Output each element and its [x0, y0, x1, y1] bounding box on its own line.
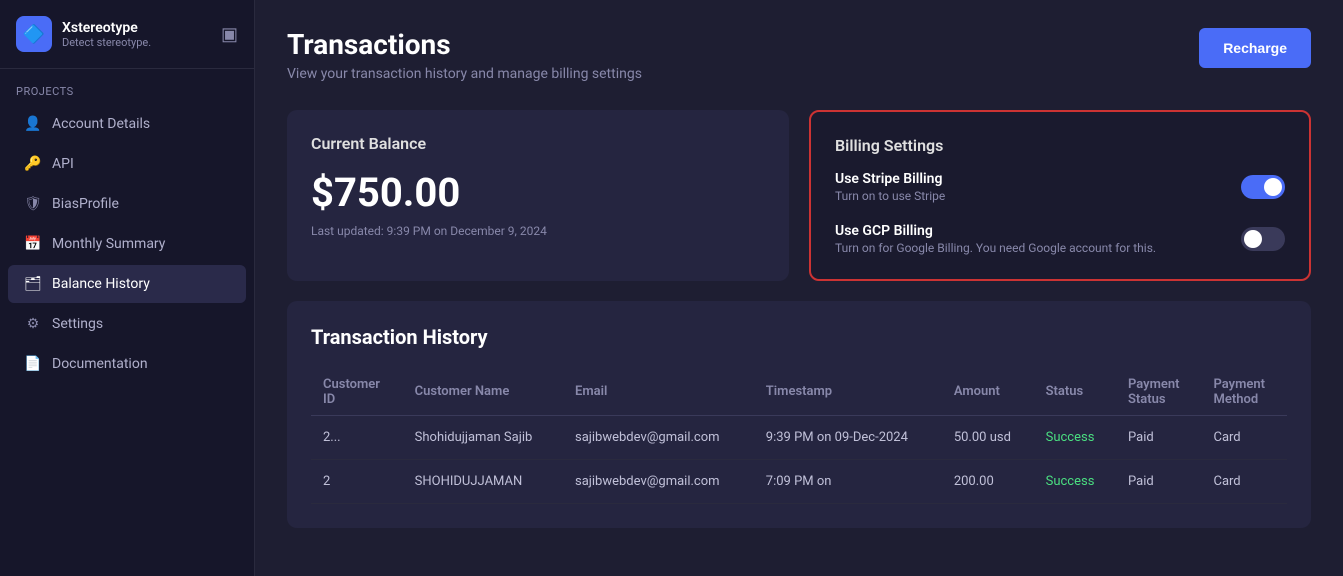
cell-email: sajibwebdev@gmail.com [563, 459, 754, 503]
gcp-billing-desc: Turn on for Google Billing. You need Goo… [835, 241, 1156, 255]
cell-customer-name: Shohidujjaman Sajib [403, 415, 563, 459]
col-payment-status: PaymentStatus [1116, 369, 1201, 416]
app-name: Xstereotype [62, 20, 151, 36]
gear-icon: ⚙ [24, 315, 42, 333]
cell-payment-status: Paid [1116, 415, 1201, 459]
stripe-billing-row: Use Stripe Billing Turn on to use Stripe [835, 171, 1285, 203]
stripe-billing-desc: Turn on to use Stripe [835, 189, 945, 203]
cell-amount: 50.00 usd [942, 415, 1034, 459]
cell-status: Success [1034, 459, 1116, 503]
sidebar: 🔷 Xstereotype Detect stereotype. ▣ Proje… [0, 0, 255, 576]
stripe-toggle-knob [1264, 178, 1282, 196]
app-tagline: Detect stereotype. [62, 36, 151, 49]
key-icon: 🔑 [24, 155, 42, 173]
cell-email: sajibwebdev@gmail.com [563, 415, 754, 459]
cell-timestamp: 9:39 PM on 09-Dec-2024 [754, 415, 942, 459]
cell-status: Success [1034, 415, 1116, 459]
page-subtitle: View your transaction history and manage… [287, 66, 642, 82]
table-header-row: CustomerID Customer Name Email Timestamp… [311, 369, 1287, 416]
cell-timestamp: 7:09 PM on [754, 459, 942, 503]
recharge-button[interactable]: Recharge [1199, 28, 1311, 68]
col-email: Email [563, 369, 754, 416]
cell-customer-id: 2... [311, 415, 403, 459]
history-icon: 🗂 [24, 275, 42, 293]
app-logo: 🔷 [16, 16, 52, 52]
cell-payment-status: Paid [1116, 459, 1201, 503]
document-icon: 📄 [24, 355, 42, 373]
transaction-history-card: Transaction History CustomerID Customer … [287, 301, 1311, 528]
transaction-history-title: Transaction History [311, 325, 1287, 349]
sidebar-item-label: Documentation [52, 356, 148, 372]
col-amount: Amount [942, 369, 1034, 416]
col-customer-id: CustomerID [311, 369, 403, 416]
cell-customer-id: 2 [311, 459, 403, 503]
billing-settings-card: Billing Settings Use Stripe Billing Turn… [809, 110, 1311, 281]
col-payment-method: PaymentMethod [1201, 369, 1287, 416]
stripe-billing-toggle[interactable] [1241, 175, 1285, 199]
cell-amount: 200.00 [942, 459, 1034, 503]
gcp-billing-toggle[interactable] [1241, 227, 1285, 251]
cards-row: Current Balance $750.00 Last updated: 9:… [287, 110, 1311, 281]
sidebar-item-label: BiasProfile [52, 196, 119, 212]
billing-card-title: Billing Settings [835, 136, 1285, 155]
stripe-billing-title: Use Stripe Billing [835, 171, 945, 187]
cell-customer-name: SHOHIDUJJAMAN [403, 459, 563, 503]
user-icon: 👤 [24, 115, 42, 133]
gcp-billing-info: Use GCP Billing Turn on for Google Billi… [835, 223, 1156, 255]
cell-payment-method: Card [1201, 459, 1287, 503]
col-status: Status [1034, 369, 1116, 416]
sidebar-item-documentation[interactable]: 📄 Documentation [8, 345, 246, 383]
stripe-billing-info: Use Stripe Billing Turn on to use Stripe [835, 171, 945, 203]
table-row: 2 SHOHIDUJJAMAN sajibwebdev@gmail.com 7:… [311, 459, 1287, 503]
sidebar-item-label: Monthly Summary [52, 236, 165, 252]
main-content: Transactions View your transaction histo… [255, 0, 1343, 576]
sidebar-item-bias-profile[interactable]: 🛡 BiasProfile [8, 185, 246, 223]
sidebar-item-monthly-summary[interactable]: 📅 Monthly Summary [8, 225, 246, 263]
cell-payment-method: Card [1201, 415, 1287, 459]
sidebar-item-api[interactable]: 🔑 API [8, 145, 246, 183]
sidebar-toggle-icon: ▣ [221, 24, 238, 45]
logo-icon: 🔷 [23, 24, 45, 45]
col-customer-name: Customer Name [403, 369, 563, 416]
shield-icon: 🛡 [24, 195, 42, 213]
projects-label: Projects [0, 69, 254, 104]
sidebar-item-label: Account Details [52, 116, 150, 132]
transaction-table: CustomerID Customer Name Email Timestamp… [311, 369, 1287, 504]
balance-amount: $750.00 [311, 169, 765, 216]
sidebar-item-label: API [52, 156, 74, 172]
col-timestamp: Timestamp [754, 369, 942, 416]
page-title: Transactions [287, 28, 642, 62]
calendar-icon: 📅 [24, 235, 42, 253]
app-info: Xstereotype Detect stereotype. [62, 20, 151, 49]
table-row: 2... Shohidujjaman Sajib sajibwebdev@gma… [311, 415, 1287, 459]
page-header: Transactions View your transaction histo… [287, 28, 1311, 82]
page-title-group: Transactions View your transaction histo… [287, 28, 642, 82]
balance-updated: Last updated: 9:39 PM on December 9, 202… [311, 224, 765, 238]
gcp-billing-title: Use GCP Billing [835, 223, 1156, 239]
sidebar-item-balance-history[interactable]: 🗂 Balance History [8, 265, 246, 303]
sidebar-item-settings[interactable]: ⚙ Settings [8, 305, 246, 343]
balance-card-title: Current Balance [311, 134, 765, 153]
gcp-toggle-knob [1244, 230, 1262, 248]
gcp-billing-row: Use GCP Billing Turn on for Google Billi… [835, 223, 1285, 255]
sidebar-item-label: Balance History [52, 276, 150, 292]
sidebar-toggle-button[interactable]: ▣ [221, 24, 238, 45]
sidebar-item-label: Settings [52, 316, 103, 332]
balance-card: Current Balance $750.00 Last updated: 9:… [287, 110, 789, 281]
sidebar-header: 🔷 Xstereotype Detect stereotype. ▣ [0, 0, 254, 69]
sidebar-item-account-details[interactable]: 👤 Account Details [8, 105, 246, 143]
